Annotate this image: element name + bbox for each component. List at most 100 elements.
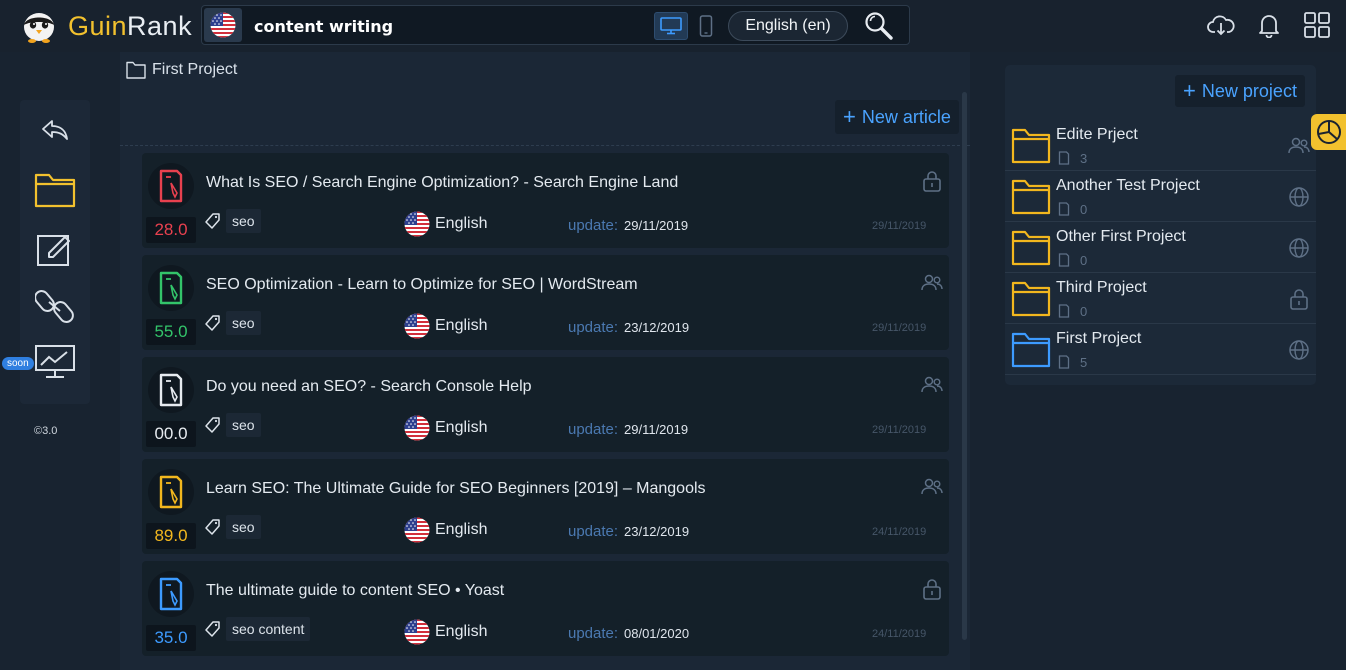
update-date: 29/11/2019 bbox=[624, 422, 689, 437]
update-label: update: bbox=[568, 217, 619, 234]
cloud-download-icon bbox=[1207, 15, 1235, 36]
article-language: English bbox=[435, 521, 488, 538]
search-country-selector[interactable] bbox=[204, 8, 242, 42]
created-date: 29/11/2019 bbox=[872, 424, 927, 436]
article-card[interactable]: 00.0 Do you need an SEO? - Search Console… bbox=[142, 357, 949, 452]
project-name[interactable]: Other First Project bbox=[1056, 228, 1186, 246]
monitoring-nav-button[interactable] bbox=[31, 338, 79, 386]
article-access-button[interactable] bbox=[920, 373, 944, 397]
editor-nav-button[interactable] bbox=[31, 224, 79, 272]
stats-side-tab[interactable] bbox=[1311, 114, 1346, 150]
new-project-label: New project bbox=[1201, 80, 1297, 101]
tag-icon bbox=[204, 416, 222, 434]
article-title[interactable]: Do you need an SEO? - Search Console Hel… bbox=[206, 378, 532, 396]
document-count-icon bbox=[1058, 202, 1070, 216]
monitor-chart-icon bbox=[35, 345, 75, 378]
article-document-badge bbox=[148, 469, 194, 515]
link-icon bbox=[35, 290, 74, 323]
article-tag[interactable]: seo bbox=[226, 209, 261, 233]
article-language: English bbox=[435, 215, 488, 232]
links-nav-button[interactable] bbox=[31, 282, 79, 330]
article-card[interactable]: 89.0 Learn SEO: The Ultimate Guide for SE… bbox=[142, 459, 949, 554]
back-button[interactable] bbox=[31, 106, 79, 154]
keyword-search-input[interactable] bbox=[254, 12, 634, 40]
article-tag[interactable]: seo content bbox=[226, 617, 311, 641]
document-icon bbox=[159, 577, 183, 611]
reply-arrow-icon bbox=[42, 120, 68, 140]
article-document-badge bbox=[148, 163, 194, 209]
folder-outline-icon bbox=[126, 61, 146, 79]
globe-icon bbox=[1287, 185, 1311, 209]
app-name-part2: Rank bbox=[127, 10, 193, 41]
app-name: GuinRank bbox=[68, 11, 192, 42]
penguin-logo-icon bbox=[24, 13, 54, 43]
article-title[interactable]: SEO Optimization - Learn to Optimize for… bbox=[206, 276, 638, 294]
project-access-button[interactable] bbox=[1287, 185, 1311, 209]
article-access-button[interactable] bbox=[920, 475, 944, 499]
project-name[interactable]: Another Test Project bbox=[1056, 177, 1200, 195]
app-logo[interactable]: GuinRank bbox=[20, 8, 192, 44]
article-title[interactable]: The ultimate guide to content SEO • Yoas… bbox=[206, 582, 504, 600]
article-access-button[interactable] bbox=[920, 271, 944, 295]
project-article-count: 5 bbox=[1080, 355, 1088, 370]
project-row[interactable]: Third Project 0 bbox=[1005, 274, 1316, 324]
update-date: 08/01/2020 bbox=[624, 626, 690, 641]
project-name[interactable]: First Project bbox=[1056, 330, 1141, 348]
article-access-button[interactable] bbox=[920, 577, 944, 601]
projects-panel: + New project Edite Prject 3 Another Test … bbox=[1005, 65, 1316, 385]
article-title[interactable]: Learn SEO: The Ultimate Guide for SEO Be… bbox=[206, 480, 706, 498]
project-name[interactable]: Edite Prject bbox=[1056, 126, 1138, 144]
article-score: 55.0 bbox=[146, 319, 196, 345]
new-project-button[interactable]: + New project bbox=[1175, 75, 1305, 107]
project-article-count: 0 bbox=[1080, 202, 1088, 217]
project-article-count: 3 bbox=[1080, 151, 1088, 166]
article-card[interactable]: 28.0 What Is SEO / Search Engine Optimiza… bbox=[142, 153, 949, 248]
article-tag[interactable]: seo bbox=[226, 311, 261, 335]
created-date: 24/11/2019 bbox=[872, 628, 927, 640]
project-access-button[interactable] bbox=[1287, 338, 1311, 362]
document-count-icon bbox=[1058, 151, 1070, 165]
project-access-button[interactable] bbox=[1287, 287, 1311, 311]
project-row[interactable]: First Project 5 bbox=[1005, 325, 1316, 375]
folder-icon bbox=[34, 173, 76, 208]
update-date: 29/11/2019 bbox=[624, 218, 689, 233]
article-tag[interactable]: seo bbox=[226, 413, 261, 437]
project-access-button[interactable] bbox=[1287, 134, 1311, 158]
project-access-button[interactable] bbox=[1287, 236, 1311, 260]
notifications-button[interactable] bbox=[1254, 10, 1284, 40]
article-card[interactable]: 35.0 The ultimate guide to content SEO • … bbox=[142, 561, 949, 656]
scrollbar[interactable] bbox=[962, 92, 967, 640]
app-name-part1: Guin bbox=[68, 10, 128, 41]
project-row[interactable]: Another Test Project 0 bbox=[1005, 172, 1316, 222]
articles-panel: First Project + New article 28.0 What Is … bbox=[120, 52, 970, 670]
article-title[interactable]: What Is SEO / Search Engine Optimization… bbox=[206, 174, 678, 192]
top-actions bbox=[1206, 10, 1332, 40]
projects-nav-button[interactable] bbox=[31, 166, 79, 214]
apps-menu-button[interactable] bbox=[1302, 10, 1332, 40]
article-score: 35.0 bbox=[146, 625, 196, 651]
language-selector[interactable]: English (en) bbox=[728, 11, 848, 41]
document-count-icon bbox=[1058, 253, 1070, 267]
desktop-device-toggle[interactable] bbox=[654, 12, 688, 40]
mobile-device-toggle[interactable] bbox=[694, 12, 718, 40]
document-icon bbox=[159, 475, 183, 509]
us-flag-icon bbox=[404, 415, 430, 441]
project-name[interactable]: Third Project bbox=[1056, 279, 1147, 297]
divider bbox=[120, 145, 970, 146]
search-button[interactable] bbox=[862, 9, 896, 43]
breadcrumb[interactable]: First Project bbox=[126, 61, 237, 79]
article-tag[interactable]: seo bbox=[226, 515, 261, 539]
us-flag-icon bbox=[404, 517, 430, 543]
breadcrumb-project: First Project bbox=[152, 61, 238, 78]
project-row[interactable]: Other First Project 0 bbox=[1005, 223, 1316, 273]
article-document-badge bbox=[148, 571, 194, 617]
article-score: 89.0 bbox=[146, 523, 196, 549]
project-article-count: 0 bbox=[1080, 304, 1088, 319]
project-row[interactable]: Edite Prject 3 bbox=[1005, 121, 1316, 171]
article-access-button[interactable] bbox=[920, 169, 944, 193]
document-icon bbox=[159, 169, 183, 203]
article-card[interactable]: 55.0 SEO Optimization - Learn to Optimize… bbox=[142, 255, 949, 350]
folder-icon bbox=[1011, 281, 1051, 317]
new-article-button[interactable]: + New article bbox=[835, 100, 959, 134]
download-button[interactable] bbox=[1206, 10, 1236, 40]
